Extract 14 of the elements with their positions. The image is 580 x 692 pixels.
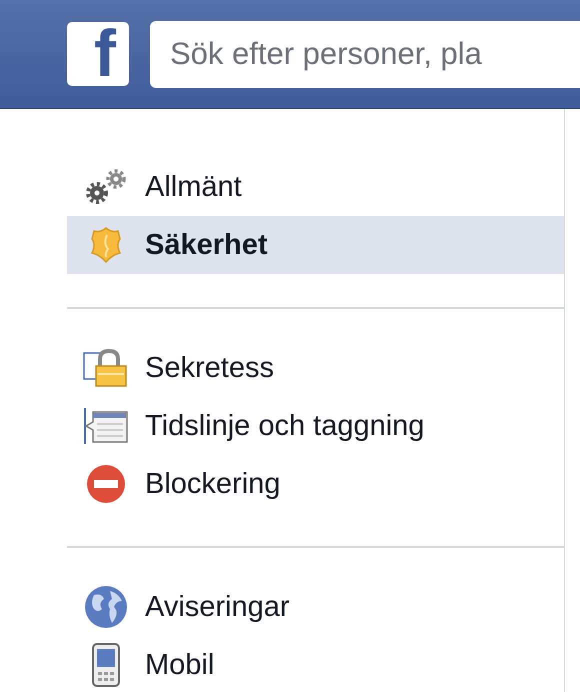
- logo[interactable]: f: [67, 22, 129, 86]
- block-icon: [86, 464, 126, 504]
- timeline-icon: [83, 406, 129, 446]
- menu-item[interactable]: Mobil: [67, 636, 564, 692]
- menu-item[interactable]: Sekretess: [67, 339, 564, 397]
- lock-icon: [83, 347, 129, 389]
- search-field[interactable]: Sök efter personer, pla: [150, 20, 580, 88]
- menu-item[interactable]: Blockering: [67, 455, 564, 513]
- menu-item[interactable]: Tidslinje och taggning: [67, 397, 564, 455]
- phone-icon: [91, 643, 121, 687]
- menu-item[interactable]: Aviseringar: [67, 578, 564, 636]
- globe-icon: [84, 585, 128, 629]
- menu-item[interactable]: Allmänt: [67, 158, 564, 216]
- menu-item[interactable]: Säkerhet: [67, 216, 564, 274]
